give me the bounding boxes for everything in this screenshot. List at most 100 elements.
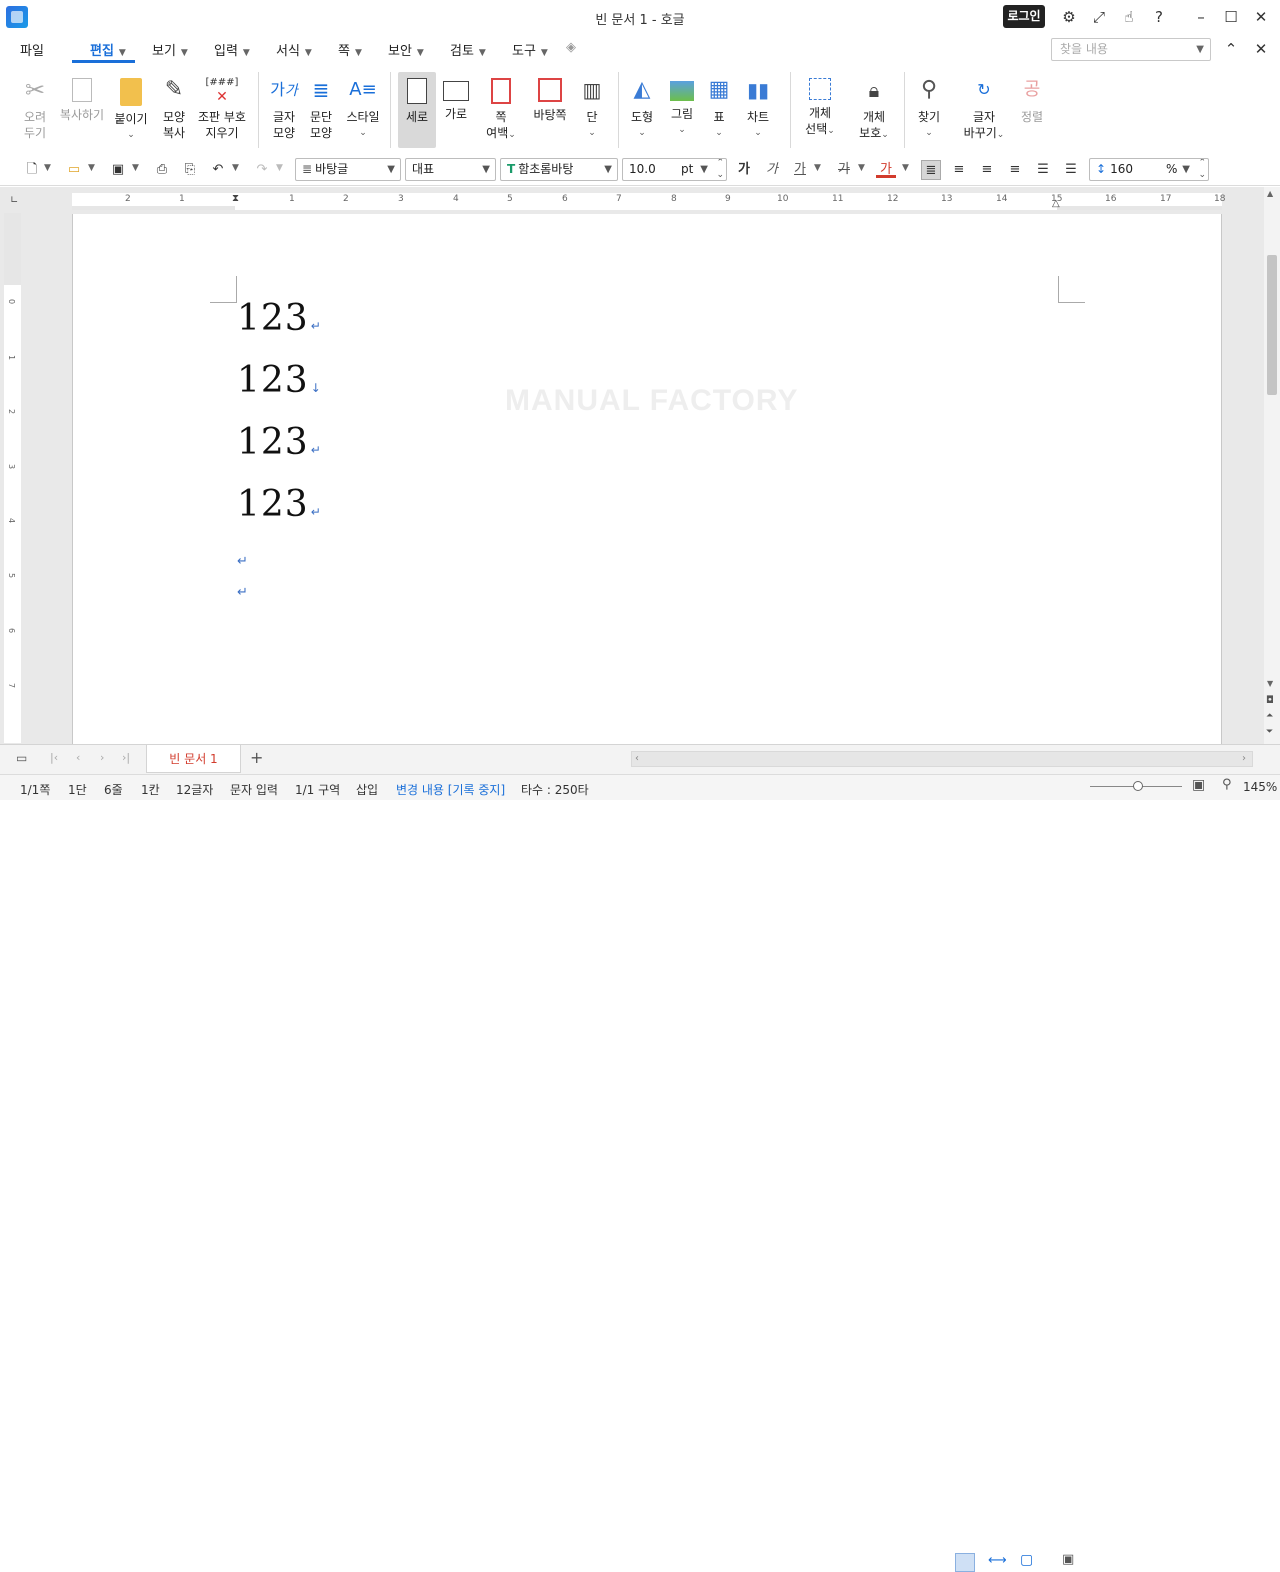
document-page[interactable] bbox=[72, 214, 1222, 744]
object-protect-button[interactable]: 🔒︎ 개체 보호⌄ bbox=[854, 72, 894, 143]
scroll-right-icon[interactable]: › bbox=[1242, 753, 1246, 764]
cut-button[interactable]: ✂ 오려 두기 bbox=[18, 72, 52, 141]
page-margin-button[interactable]: 쪽 여백⌄ bbox=[484, 72, 518, 143]
new-document-icon[interactable]: 🗋 bbox=[22, 160, 42, 180]
horizontal-ruler[interactable]: 2 1 1 2 3 4 5 6 7 8 9 10 11 12 13 14 15 … bbox=[72, 193, 1225, 210]
horizontal-scrollbar[interactable]: ‹ › bbox=[631, 751, 1253, 767]
document-line[interactable]: 123 ↵ bbox=[237, 422, 322, 463]
help-icon[interactable]: ? bbox=[1148, 6, 1170, 28]
chevron-down-icon[interactable]: ▼ bbox=[88, 163, 95, 173]
copy-button[interactable]: 복사하기 bbox=[58, 72, 106, 123]
hand-pointer-icon[interactable]: ☝ bbox=[1118, 6, 1140, 28]
chevron-down-icon[interactable]: ▼ bbox=[858, 163, 865, 173]
right-indent-marker-icon[interactable]: △ bbox=[1052, 198, 1060, 209]
search-input[interactable]: 찾을 내용 ▼ bbox=[1051, 38, 1211, 61]
italic-icon[interactable]: 가 bbox=[762, 160, 782, 180]
fit-page-icon[interactable]: ▢ bbox=[1020, 1552, 1033, 1568]
zoom-out-icon[interactable]: ▣ bbox=[1062, 1552, 1074, 1567]
add-tab-button[interactable]: + bbox=[250, 748, 263, 767]
language-select[interactable]: 대표 ▼ bbox=[405, 158, 496, 181]
menu-file[interactable]: 파일 bbox=[20, 40, 44, 59]
landscape-button[interactable]: 가로 bbox=[440, 72, 472, 122]
chevron-down-icon[interactable]: ▼ bbox=[902, 163, 909, 173]
close-document-icon[interactable]: ✕ bbox=[1250, 38, 1272, 60]
distribute-icon[interactable]: ☰ bbox=[1033, 160, 1053, 180]
align-justify-icon[interactable]: ≣ bbox=[921, 160, 941, 180]
menu-tools[interactable]: 도구 ▼ bbox=[512, 40, 548, 59]
close-icon[interactable]: ✕ bbox=[1250, 6, 1272, 28]
char-shape-button[interactable]: 가가 글자 모양 bbox=[268, 72, 300, 141]
chart-button[interactable]: ▮▮ 차트 ⌄ bbox=[742, 72, 774, 141]
font-select[interactable]: T 함초롬바탕 ▼ bbox=[500, 158, 618, 181]
menu-page[interactable]: 쪽 ▼ bbox=[338, 40, 362, 59]
scroll-down-icon[interactable]: ▼ bbox=[1267, 679, 1273, 688]
menu-insert[interactable]: 입력 ▼ bbox=[214, 40, 250, 59]
chevron-down-icon[interactable]: ▼ bbox=[232, 163, 239, 173]
vertical-ruler[interactable]: 1 0 1 2 3 4 5 6 7 bbox=[4, 213, 21, 743]
status-insert[interactable]: 삽입 bbox=[356, 781, 378, 798]
fullscreen-icon[interactable]: ⤢ bbox=[1088, 6, 1110, 28]
shapes-icon[interactable]: ◈ bbox=[566, 40, 576, 55]
login-button[interactable]: 로그인 bbox=[1003, 5, 1045, 28]
document-line[interactable]: 123 ↵ bbox=[237, 298, 322, 339]
strikethrough-icon[interactable]: 가 bbox=[834, 160, 854, 180]
clear-marks-button[interactable]: [###] ✕ 조판 부호 지우기 bbox=[196, 72, 248, 141]
table-button[interactable]: ▦ 표 ⌄ bbox=[704, 72, 734, 141]
font-color-icon[interactable]: 가 bbox=[876, 160, 896, 178]
last-tab-icon[interactable]: ›| bbox=[122, 751, 130, 764]
status-track-changes[interactable]: 변경 내용 [기록 중지] bbox=[396, 781, 505, 798]
save-icon[interactable]: ▣ bbox=[108, 160, 128, 180]
line-spacing-input[interactable]: ↕ 160 % ▼ ⌃ ⌄ bbox=[1089, 158, 1209, 181]
chevron-down-icon[interactable]: ▼ bbox=[814, 163, 821, 173]
fit-width-icon[interactable]: ⟷ bbox=[988, 1553, 1007, 1568]
paste-button[interactable]: 붙이기 ⌄ bbox=[112, 72, 150, 143]
maximize-icon[interactable]: ☐ bbox=[1220, 6, 1242, 28]
find-button[interactable]: ⚲ 찾기 ⌄ bbox=[912, 72, 946, 141]
align-center-icon[interactable]: ≡ bbox=[977, 160, 997, 180]
prev-page-icon[interactable]: ◘ bbox=[1266, 695, 1274, 706]
style-select[interactable]: ≣ 바탕글 ▼ bbox=[295, 158, 401, 181]
menu-review[interactable]: 검토 ▼ bbox=[450, 40, 486, 59]
align-left-icon[interactable]: ≡ bbox=[949, 160, 969, 180]
underline-icon[interactable]: 가 bbox=[790, 160, 810, 180]
menu-security[interactable]: 보안 ▼ bbox=[388, 40, 424, 59]
status-page[interactable]: 1/1쪽 bbox=[20, 781, 50, 798]
collapse-ribbon-icon[interactable]: ⌃ bbox=[1220, 38, 1242, 60]
font-size-input[interactable]: 10.0 pt ▼ ⌃ ⌄ bbox=[622, 158, 727, 181]
tab-document-1[interactable]: 빈 문서 1 bbox=[146, 745, 241, 773]
zoom-in-icon[interactable]: ▣ bbox=[1192, 777, 1205, 793]
prev-tab-icon[interactable]: ‹ bbox=[76, 751, 80, 764]
style-button[interactable]: A≡ 스타일 ⌄ bbox=[344, 72, 382, 141]
format-copy-button[interactable]: ✎ 모양 복사 bbox=[158, 72, 190, 141]
menu-edit[interactable]: 편집 ▼ bbox=[90, 40, 126, 59]
zoom-magnifier-icon[interactable]: ⚲ bbox=[1222, 777, 1232, 792]
columns-button[interactable]: ▥ 단 ⌄ bbox=[576, 72, 608, 141]
background-page-button[interactable]: 바탕쪽 bbox=[530, 72, 570, 123]
menu-view[interactable]: 보기 ▼ bbox=[152, 40, 188, 59]
settings-gear-icon[interactable]: ⚙ bbox=[1058, 6, 1080, 28]
indent-marker-icon[interactable]: ⧗ bbox=[232, 193, 239, 204]
redo-icon[interactable]: ↷ bbox=[252, 160, 272, 180]
page-up-icon[interactable]: ⏶ bbox=[1266, 711, 1273, 721]
undo-icon[interactable]: ↶ bbox=[208, 160, 228, 180]
chevron-down-icon[interactable]: ▼ bbox=[132, 163, 139, 173]
document-line[interactable]: 123 ↵ bbox=[237, 484, 322, 525]
sort-button[interactable]: 공 정렬 bbox=[1016, 72, 1048, 125]
zoom-slider-thumb[interactable] bbox=[1133, 781, 1143, 791]
next-tab-icon[interactable]: › bbox=[100, 751, 104, 764]
document-line[interactable]: 123 ↓ bbox=[237, 360, 322, 401]
print-preview-icon[interactable]: ⎘ bbox=[180, 160, 200, 180]
scroll-left-icon[interactable]: ‹ bbox=[635, 753, 639, 764]
chevron-down-icon[interactable]: ▼ bbox=[44, 163, 51, 173]
align-right-icon[interactable]: ≡ bbox=[1005, 160, 1025, 180]
page-down-icon[interactable]: ⏷ bbox=[1266, 727, 1273, 737]
vertical-scrollbar[interactable]: ▲ ▼ ◘ ⏶ ⏷ bbox=[1264, 187, 1280, 744]
portrait-button[interactable]: 세로 bbox=[398, 72, 436, 148]
status-input-mode[interactable]: 문자 입력 bbox=[230, 781, 278, 798]
ruler-corner-icon[interactable]: ∟ bbox=[10, 195, 18, 206]
picture-button[interactable]: 그림 ⌄ bbox=[666, 72, 698, 138]
bold-icon[interactable]: 가 bbox=[734, 160, 754, 180]
page-view-icon[interactable] bbox=[955, 1553, 975, 1572]
shape-button[interactable]: ◭ 도형 ⌄ bbox=[626, 72, 658, 141]
para-shape-button[interactable]: ≣ 문단 모양 bbox=[305, 72, 337, 141]
